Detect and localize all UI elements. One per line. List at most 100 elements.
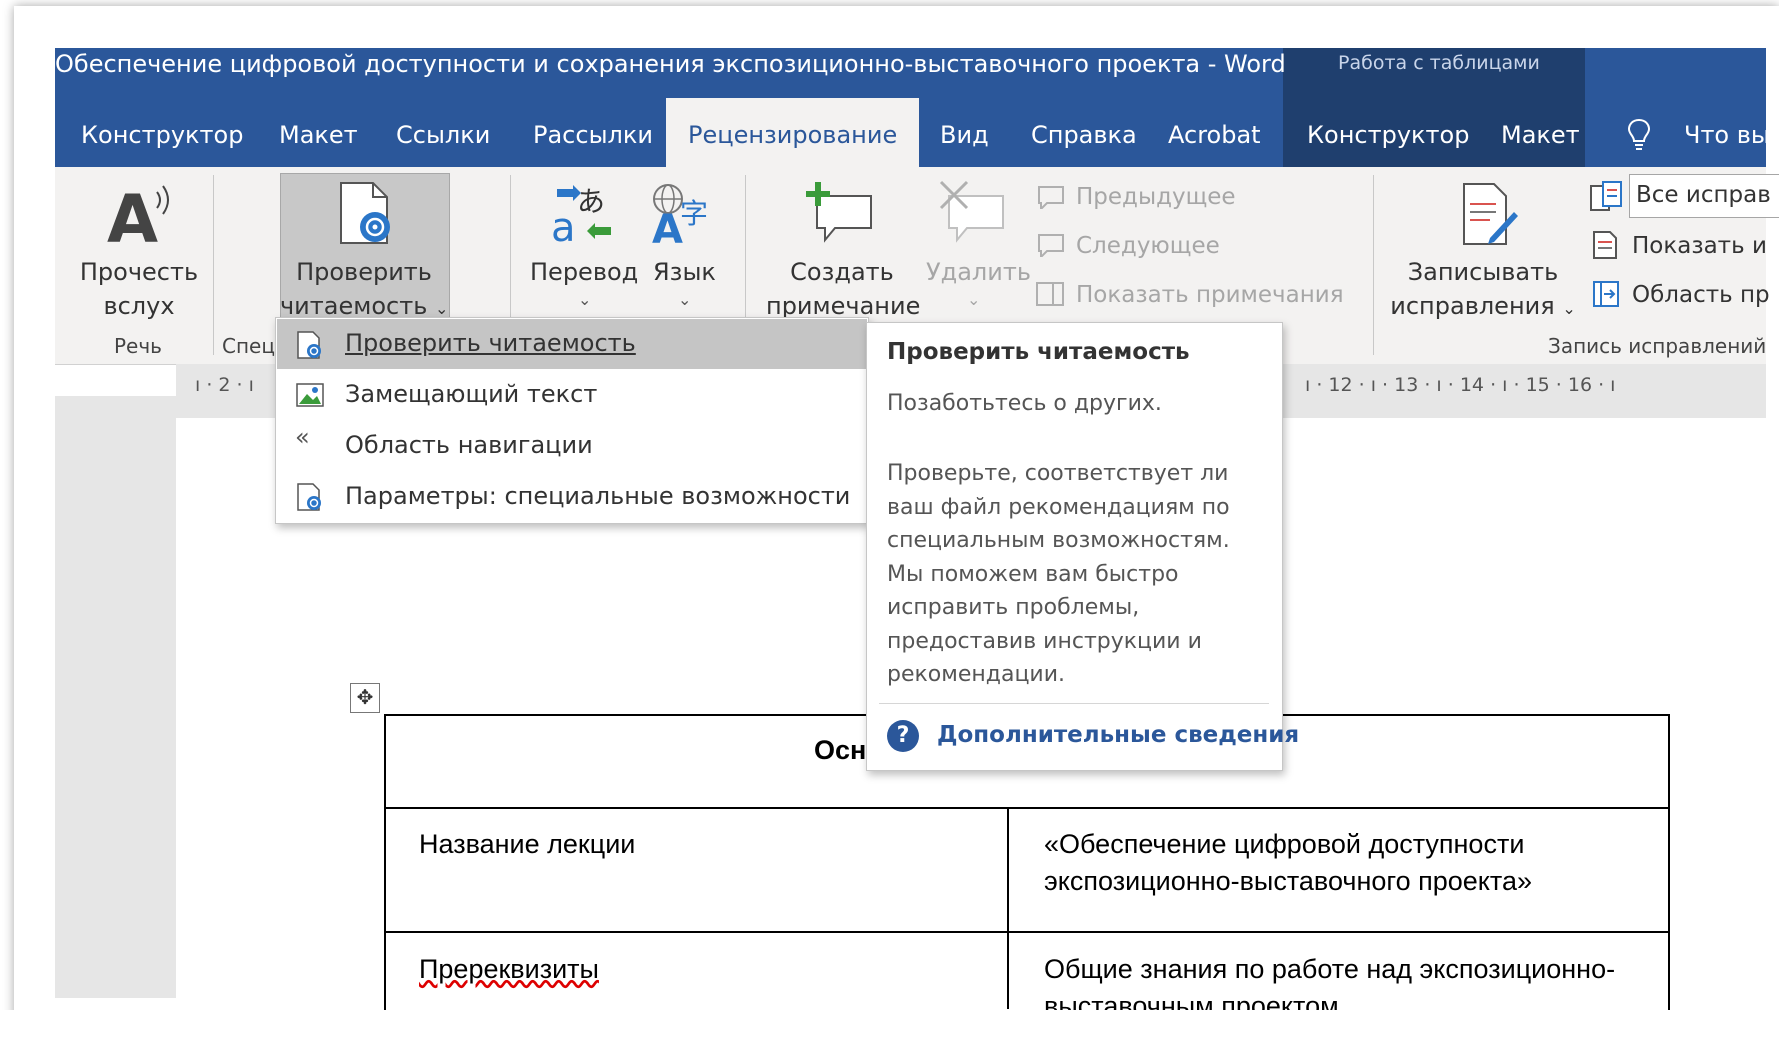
tooltip-subtitle: Позаботьтесь о других. bbox=[887, 391, 1162, 416]
svg-text:あ: あ bbox=[577, 185, 605, 218]
menu-item-label: Проверить читаемость bbox=[345, 329, 636, 357]
check-accessibility-tooltip: Проверить читаемость Позаботьтесь о друг… bbox=[866, 322, 1299, 771]
speech-group-label: Речь bbox=[114, 334, 162, 358]
check-accessibility-labels: Проверить читаемость ⌄ bbox=[280, 255, 448, 326]
group-separator bbox=[745, 175, 746, 325]
svg-text:A: A bbox=[107, 182, 158, 248]
menu-item-alt-text[interactable]: Замещающий текст bbox=[277, 370, 867, 420]
tab-mailings[interactable]: Рассылки bbox=[533, 98, 653, 167]
tooltip-title: Проверить читаемость bbox=[887, 339, 1190, 365]
reviewing-pane-icon bbox=[1592, 280, 1620, 308]
table-cell-label[interactable]: Пререквизиты bbox=[419, 951, 599, 988]
group-separator bbox=[510, 175, 511, 325]
table-row-border bbox=[384, 807, 1668, 809]
ruler-mark: 13 bbox=[1394, 374, 1419, 396]
help-icon: ? bbox=[887, 720, 919, 752]
ruler-mark: 16 bbox=[1567, 374, 1593, 396]
check-accessibility-menu: Проверить читаемость Замещающий текст « … bbox=[275, 317, 869, 524]
track-changes-label-2: исправления ⌄ bbox=[1388, 289, 1578, 326]
display-for-review-icon bbox=[1589, 180, 1623, 214]
read-aloud-icon: A bbox=[107, 182, 177, 248]
check-accessibility-label-2-text: читаемость bbox=[280, 292, 428, 320]
table-tools-title: Работа с таблицами bbox=[1338, 52, 1540, 74]
chevron-down-icon: ⌄ bbox=[578, 290, 592, 309]
tooltip-more-info-link[interactable]: Дополнительные сведения bbox=[937, 722, 1299, 748]
tell-me-search[interactable]: Что вы bbox=[1684, 98, 1770, 167]
table-cell-label[interactable]: Название лекции bbox=[419, 826, 635, 863]
ruler-left-marks: ı · 2 · ı bbox=[195, 374, 254, 396]
crop-bottom bbox=[0, 1010, 1779, 1041]
markup-select-value: Все исправ bbox=[1636, 182, 1771, 208]
show-comments-button[interactable]: Показать примечания bbox=[1076, 282, 1344, 308]
menu-item-label: Область навигации bbox=[345, 431, 593, 459]
chevron-down-icon: ⌄ bbox=[967, 290, 981, 309]
chevron-down-icon: ⌄ bbox=[434, 299, 449, 318]
ruler-right-marks: ı · 12 · ı · 13 · ı · 14 · ı · 15 · 16 ·… bbox=[1305, 374, 1616, 396]
table-column-border bbox=[1007, 807, 1009, 1009]
next-comment-icon bbox=[1035, 231, 1065, 257]
next-comment-button[interactable]: Следующее bbox=[1076, 233, 1220, 259]
read-aloud-label-2: вслух bbox=[103, 292, 175, 320]
svg-text:a: a bbox=[551, 205, 576, 245]
track-changes-button[interactable]: Записывать исправления ⌄ bbox=[1388, 255, 1578, 326]
menu-item-check-accessibility[interactable]: Проверить читаемость bbox=[277, 319, 867, 369]
menu-item-navigation-pane[interactable]: « Область навигации bbox=[277, 421, 867, 471]
new-comment-button[interactable]: Создать примечание bbox=[766, 255, 920, 323]
tab-view[interactable]: Вид bbox=[940, 98, 989, 167]
tab-table-layout[interactable]: Макет bbox=[1501, 98, 1580, 167]
show-markup-icon bbox=[1592, 230, 1618, 260]
window-title: Обеспечение цифровой доступности и сохра… bbox=[55, 50, 1286, 78]
translate-button[interactable]: Перевод bbox=[530, 255, 638, 289]
navigation-pane-icon: « bbox=[295, 423, 310, 451]
accessibility-checker-icon bbox=[337, 181, 397, 247]
track-changes-label-1: Записывать bbox=[1407, 258, 1559, 286]
tab-acrobat[interactable]: Acrobat bbox=[1168, 98, 1261, 167]
previous-comment-icon bbox=[1035, 183, 1065, 209]
delete-comment-icon bbox=[937, 180, 1007, 244]
group-separator bbox=[1373, 175, 1374, 355]
language-icon: A字 bbox=[650, 183, 716, 245]
tooltip-body: Проверьте, соответствует ли ваш файл рек… bbox=[887, 461, 1230, 687]
tab-references[interactable]: Ссылки bbox=[396, 98, 490, 167]
translate-icon: aあ bbox=[551, 183, 617, 245]
markup-select[interactable]: Все исправ bbox=[1629, 174, 1779, 218]
language-button[interactable]: Язык bbox=[653, 255, 716, 289]
svg-text:A: A bbox=[652, 207, 683, 245]
track-changes-label-2-text: исправления bbox=[1390, 292, 1555, 320]
tooltip-divider bbox=[879, 703, 1269, 704]
tab-table-design[interactable]: Конструктор bbox=[1307, 98, 1469, 167]
menu-item-label: Замещающий текст bbox=[345, 380, 598, 408]
alt-text-icon bbox=[295, 380, 327, 416]
tab-design[interactable]: Конструктор bbox=[81, 98, 243, 167]
check-accessibility-label-1: Проверить bbox=[296, 258, 432, 286]
new-comment-label-1: Создать bbox=[790, 258, 894, 286]
ruler-mark: 12 bbox=[1328, 374, 1353, 396]
show-comments-icon bbox=[1035, 281, 1065, 307]
ruler-mark: 14 bbox=[1459, 374, 1485, 396]
menu-item-accessibility-options[interactable]: Параметры: специальные возможности bbox=[277, 472, 867, 522]
tab-help[interactable]: Справка bbox=[1031, 98, 1137, 167]
show-markup-button[interactable]: Показать и bbox=[1632, 233, 1767, 259]
chevron-down-icon: ⌄ bbox=[678, 290, 692, 309]
table-cell-value[interactable]: «Обеспечение цифровой доступности экспоз… bbox=[1044, 826, 1654, 900]
chevron-down-icon: ⌄ bbox=[1562, 299, 1576, 318]
svg-text:字: 字 bbox=[680, 197, 708, 230]
group-separator bbox=[213, 175, 214, 355]
reviewing-pane-button[interactable]: Область пр bbox=[1632, 282, 1770, 308]
menu-item-label: Параметры: специальные возможности bbox=[345, 482, 851, 510]
tab-review[interactable]: Рецензирование bbox=[666, 98, 920, 167]
new-comment-icon bbox=[805, 180, 875, 244]
previous-comment-button[interactable]: Предыдущее bbox=[1076, 184, 1236, 210]
table-move-handle-icon[interactable]: ✥ bbox=[350, 683, 380, 713]
lightbulb-icon[interactable] bbox=[1627, 118, 1651, 152]
tracking-group-label: Запись исправлений bbox=[1548, 334, 1767, 358]
ruler-mark: 2 bbox=[218, 374, 231, 396]
table-row-border bbox=[384, 931, 1668, 933]
accessibility-options-icon bbox=[295, 482, 325, 518]
delete-comment-button[interactable]: Удалить bbox=[926, 255, 1031, 289]
tab-layout[interactable]: Макет bbox=[279, 98, 358, 167]
track-changes-icon bbox=[1460, 182, 1520, 248]
ruler-mark: 15 bbox=[1525, 374, 1550, 396]
read-aloud-label-1: Прочесть bbox=[79, 258, 199, 286]
read-aloud-button[interactable]: Прочесть вслух bbox=[78, 255, 200, 323]
